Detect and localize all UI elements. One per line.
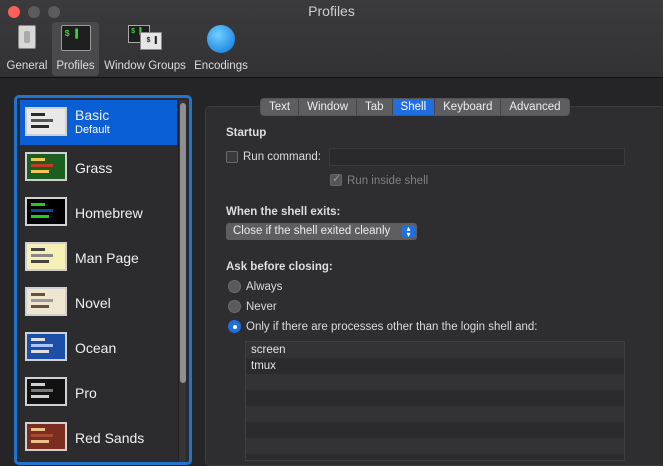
window-title: Profiles [308,3,355,19]
profile-thumbnail [25,287,67,316]
profile-thumbnail [25,242,67,271]
profile-thumbnail-line [31,113,45,116]
profile-thumbnail-line [31,389,53,392]
profile-thumbnail-line [31,215,49,218]
process-row[interactable] [246,438,624,454]
profile-item[interactable]: Novel [20,280,177,325]
profile-thumbnail [25,107,67,136]
window-groups-icon: $ ▌ $ ▌ [128,25,162,51]
profile-thumbnail-line [31,209,53,212]
profile-name: Pro [75,385,97,401]
profile-thumbnail-line [31,158,45,161]
profile-thumbnail-line [31,293,45,296]
shell-exit-popup-value: Close if the shell exited cleanly [233,225,391,237]
tab-advanced[interactable]: Advanced [501,99,568,115]
profile-thumbnail-line [31,440,49,443]
profile-thumbnail-line [31,125,49,128]
profile-thumbnail-line [31,164,53,167]
radio-only-if-processes-label: Only if there are processes other than t… [246,321,538,333]
run-inside-shell-checkbox [330,172,342,186]
radio-never[interactable] [228,300,241,313]
profile-thumbnail-line [31,170,49,173]
tab-shell[interactable]: Shell [392,99,436,115]
profile-item[interactable]: Man Page [20,235,177,280]
profile-name: Grass [75,160,113,176]
run-command-checkbox[interactable] [226,151,238,163]
toolbar-encodings[interactable]: Encodings [190,22,252,76]
profile-thumbnail-line [31,383,45,386]
profile-thumbnail-line [31,395,49,398]
profile-thumbnail [25,377,67,406]
settings-tabs: Text Window Tab Shell Keyboard Advanced [260,98,570,116]
profile-item[interactable]: Red Sands [20,415,177,460]
radio-always[interactable] [228,280,241,293]
profile-thumbnail-line [31,260,49,263]
tab-keyboard[interactable]: Keyboard [435,99,502,115]
tab-tab[interactable]: Tab [357,99,393,115]
process-row[interactable]: screen [246,342,624,358]
startup-heading: Startup [226,127,267,139]
profile-name: Red Sands [75,430,145,446]
profile-item[interactable]: Pro [20,370,177,415]
profile-thumbnail [25,197,67,226]
profile-item[interactable]: Basic Default [20,100,177,145]
profile-thumbnail-line [31,434,53,437]
run-inside-shell-label: Run inside shell [347,175,429,187]
toolbar-profiles[interactable]: $ ▌ Profiles [52,22,99,76]
globe-icon [207,25,235,53]
window-groups-terminal-b: $ ▌ [140,32,162,50]
profiles-scrollbar[interactable] [178,100,186,462]
profile-default-label: Default [75,124,110,136]
toolbar-window-groups[interactable]: $ ▌ $ ▌ Window Groups [101,22,189,76]
profile-thumbnail [25,152,67,181]
tab-window[interactable]: Window [299,99,357,115]
process-row[interactable] [246,422,624,438]
toolbar-window-groups-label: Window Groups [104,60,186,72]
toolbar-encodings-label: Encodings [194,60,248,72]
tab-text[interactable]: Text [261,99,300,115]
profile-thumbnail-line [31,254,53,257]
profile-thumbnail-line [31,203,45,206]
profile-name: Basic [75,107,110,123]
profile-thumbnail-line [31,428,45,431]
profile-name: Man Page [75,250,139,266]
window-toolbar: Profiles General $ ▌ Profiles $ ▌ $ ▌ Wi… [0,0,663,78]
terminal-icon: $ ▌ [60,25,91,51]
profile-thumbnail-line [31,338,45,341]
profile-thumbnail [25,422,67,451]
process-row[interactable]: tmux [246,358,624,374]
process-row[interactable] [246,390,624,406]
profile-item[interactable]: Homebrew [20,190,177,235]
shell-exit-heading: When the shell exits: [226,206,341,218]
radio-only-if-processes[interactable] [228,320,241,333]
toolbar-general[interactable]: General [4,22,50,76]
profile-thumbnail-line [31,119,53,122]
radio-never-label: Never [246,301,277,313]
profile-thumbnail-line [31,350,49,353]
profiles-scrollbar-thumb[interactable] [180,103,186,383]
toolbar-general-label: General [6,60,48,72]
toolbar-profiles-label: Profiles [56,60,95,72]
profile-name: Ocean [75,340,117,356]
run-command-field[interactable] [329,148,625,166]
profile-item[interactable]: Ocean [20,325,177,370]
profile-thumbnail-line [31,299,53,302]
process-row[interactable] [246,374,624,390]
profiles-list[interactable]: Red Sands Pro Ocean Novel Man Page Homebrew Gr… [14,95,192,465]
profile-thumbnail-line [31,248,45,251]
popup-chevron-icon: ▴ ▾ [402,225,415,239]
process-row[interactable] [246,406,624,422]
profile-name: Novel [75,295,111,311]
ask-before-closing-heading: Ask before closing: [226,261,333,273]
radio-always-label: Always [246,281,283,293]
profile-thumbnail [25,332,67,361]
profile-thumbnail-line [31,305,49,308]
process-list[interactable]: screen tmux [245,341,625,461]
profile-name: Homebrew [75,205,143,221]
run-command-label: Run command: [243,151,321,163]
profile-item[interactable]: Grass [20,145,177,190]
light-switch-icon [18,25,36,49]
shell-exit-popup[interactable]: Close if the shell exited cleanly ▴ ▾ [226,223,417,240]
profile-thumbnail-line [31,344,53,347]
